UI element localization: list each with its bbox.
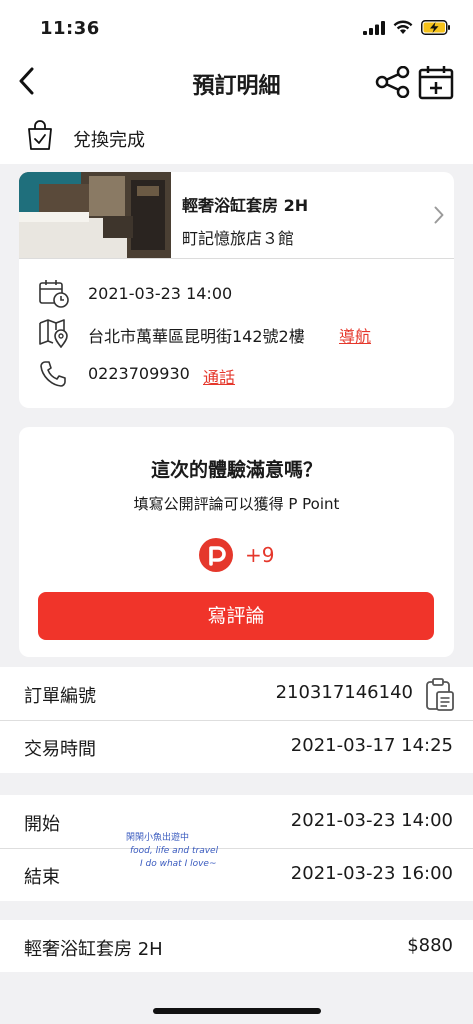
navigate-link[interactable]: 導航: [339, 323, 371, 347]
calendar-add-icon: [418, 64, 454, 104]
review-title: 這次的體驗滿意嗎？: [150, 459, 322, 481]
end-label: 結束: [24, 867, 60, 888]
watermark-line: 閑閑小魚出遊中: [126, 833, 190, 843]
wifi-icon: [393, 20, 413, 39]
checkin-datetime: 2021-03-23 14:00: [88, 284, 233, 303]
chevron-right-icon[interactable]: [434, 206, 444, 228]
status-bar: 11:36: [0, 0, 473, 60]
points-reward: +9: [199, 538, 299, 574]
review-card: 這次的體驗滿意嗎？ 填寫公開評論可以獲得 P Point +9 寫評論: [19, 427, 454, 657]
watermark: 閑閑小魚出遊中 food, life and travel I do what …: [126, 832, 218, 871]
header: 預訂明細: [0, 60, 473, 106]
end-row: 結束 2021-03-23 16:00: [0, 848, 473, 901]
card-divider: [19, 258, 454, 259]
checkin-row: 2021-03-23 14:00: [19, 279, 454, 309]
add-to-calendar-button[interactable]: [416, 64, 456, 104]
map-pin-icon: [38, 318, 70, 352]
phone-row: 0223709930 通話: [19, 359, 454, 389]
room-photo[interactable]: [19, 172, 171, 258]
phone-number: 0223709930: [88, 364, 190, 383]
price-item-label: 輕奢浴缸套房 2H: [24, 939, 163, 960]
order-number-row: 訂單編號 210317146140: [0, 667, 473, 720]
room-name[interactable]: 輕奢浴缸套房 2H: [182, 192, 308, 216]
exchange-status-row: 兌換完成: [0, 106, 473, 164]
start-value: 2021-03-23 14:00: [290, 810, 453, 831]
transaction-time-value: 2021-03-17 14:25: [290, 735, 453, 756]
address-text: 台北市萬華區昆明街142號2樓: [88, 327, 305, 346]
start-label: 開始: [24, 814, 60, 835]
review-subtitle: 填寫公開評論可以獲得 P Point: [133, 495, 340, 513]
booking-card: 輕奢浴缸套房 2H 町記憶旅店３館 2021-03-23 14:00 台北市萬華…: [19, 172, 454, 408]
start-row: 開始 2021-03-23 14:00: [0, 795, 473, 848]
p-point-icon: [199, 538, 233, 572]
transaction-time-label: 交易時間: [24, 739, 96, 760]
status-time: 11:36: [40, 18, 100, 39]
phone-icon: [38, 359, 68, 393]
hotel-name[interactable]: 町記憶旅店３館: [182, 225, 294, 249]
points-value: +9: [245, 543, 275, 567]
schedule-section: 開始 2021-03-23 14:00 結束 2021-03-23 16:00: [0, 795, 473, 901]
calendar-clock-icon: [38, 279, 70, 313]
price-section: 輕奢浴缸套房 2H $880: [0, 920, 473, 972]
order-number-label: 訂單編號: [24, 686, 96, 707]
watermark-line: food, life and travel: [130, 846, 219, 856]
copy-order-number-button[interactable]: [423, 675, 457, 713]
order-number-value: 210317146140: [275, 682, 413, 703]
address-row: 台北市萬華區昆明街142號2樓 導航: [19, 318, 454, 349]
watermark-line: I do what I love~: [140, 859, 217, 869]
status-icons: [363, 20, 451, 39]
share-icon: [375, 65, 411, 102]
price-value: $880: [407, 935, 453, 956]
end-value: 2021-03-23 16:00: [290, 863, 453, 884]
clipboard-icon: [426, 678, 454, 711]
call-link[interactable]: 通話: [203, 364, 235, 388]
price-row: 輕奢浴缸套房 2H $880: [0, 920, 473, 973]
transaction-time-row: 交易時間 2021-03-17 14:25: [0, 720, 473, 773]
shopping-bag-check-icon: [26, 120, 54, 154]
share-button[interactable]: [374, 65, 412, 102]
write-review-button[interactable]: 寫評論: [38, 592, 434, 640]
home-indicator[interactable]: [153, 1008, 321, 1014]
battery-charging-icon: [421, 20, 451, 39]
cellular-signal-icon: [363, 20, 385, 39]
exchange-status-text: 兌換完成: [73, 130, 145, 151]
order-section: 訂單編號 210317146140 交易時間 2021-03-17 14:25: [0, 667, 473, 773]
